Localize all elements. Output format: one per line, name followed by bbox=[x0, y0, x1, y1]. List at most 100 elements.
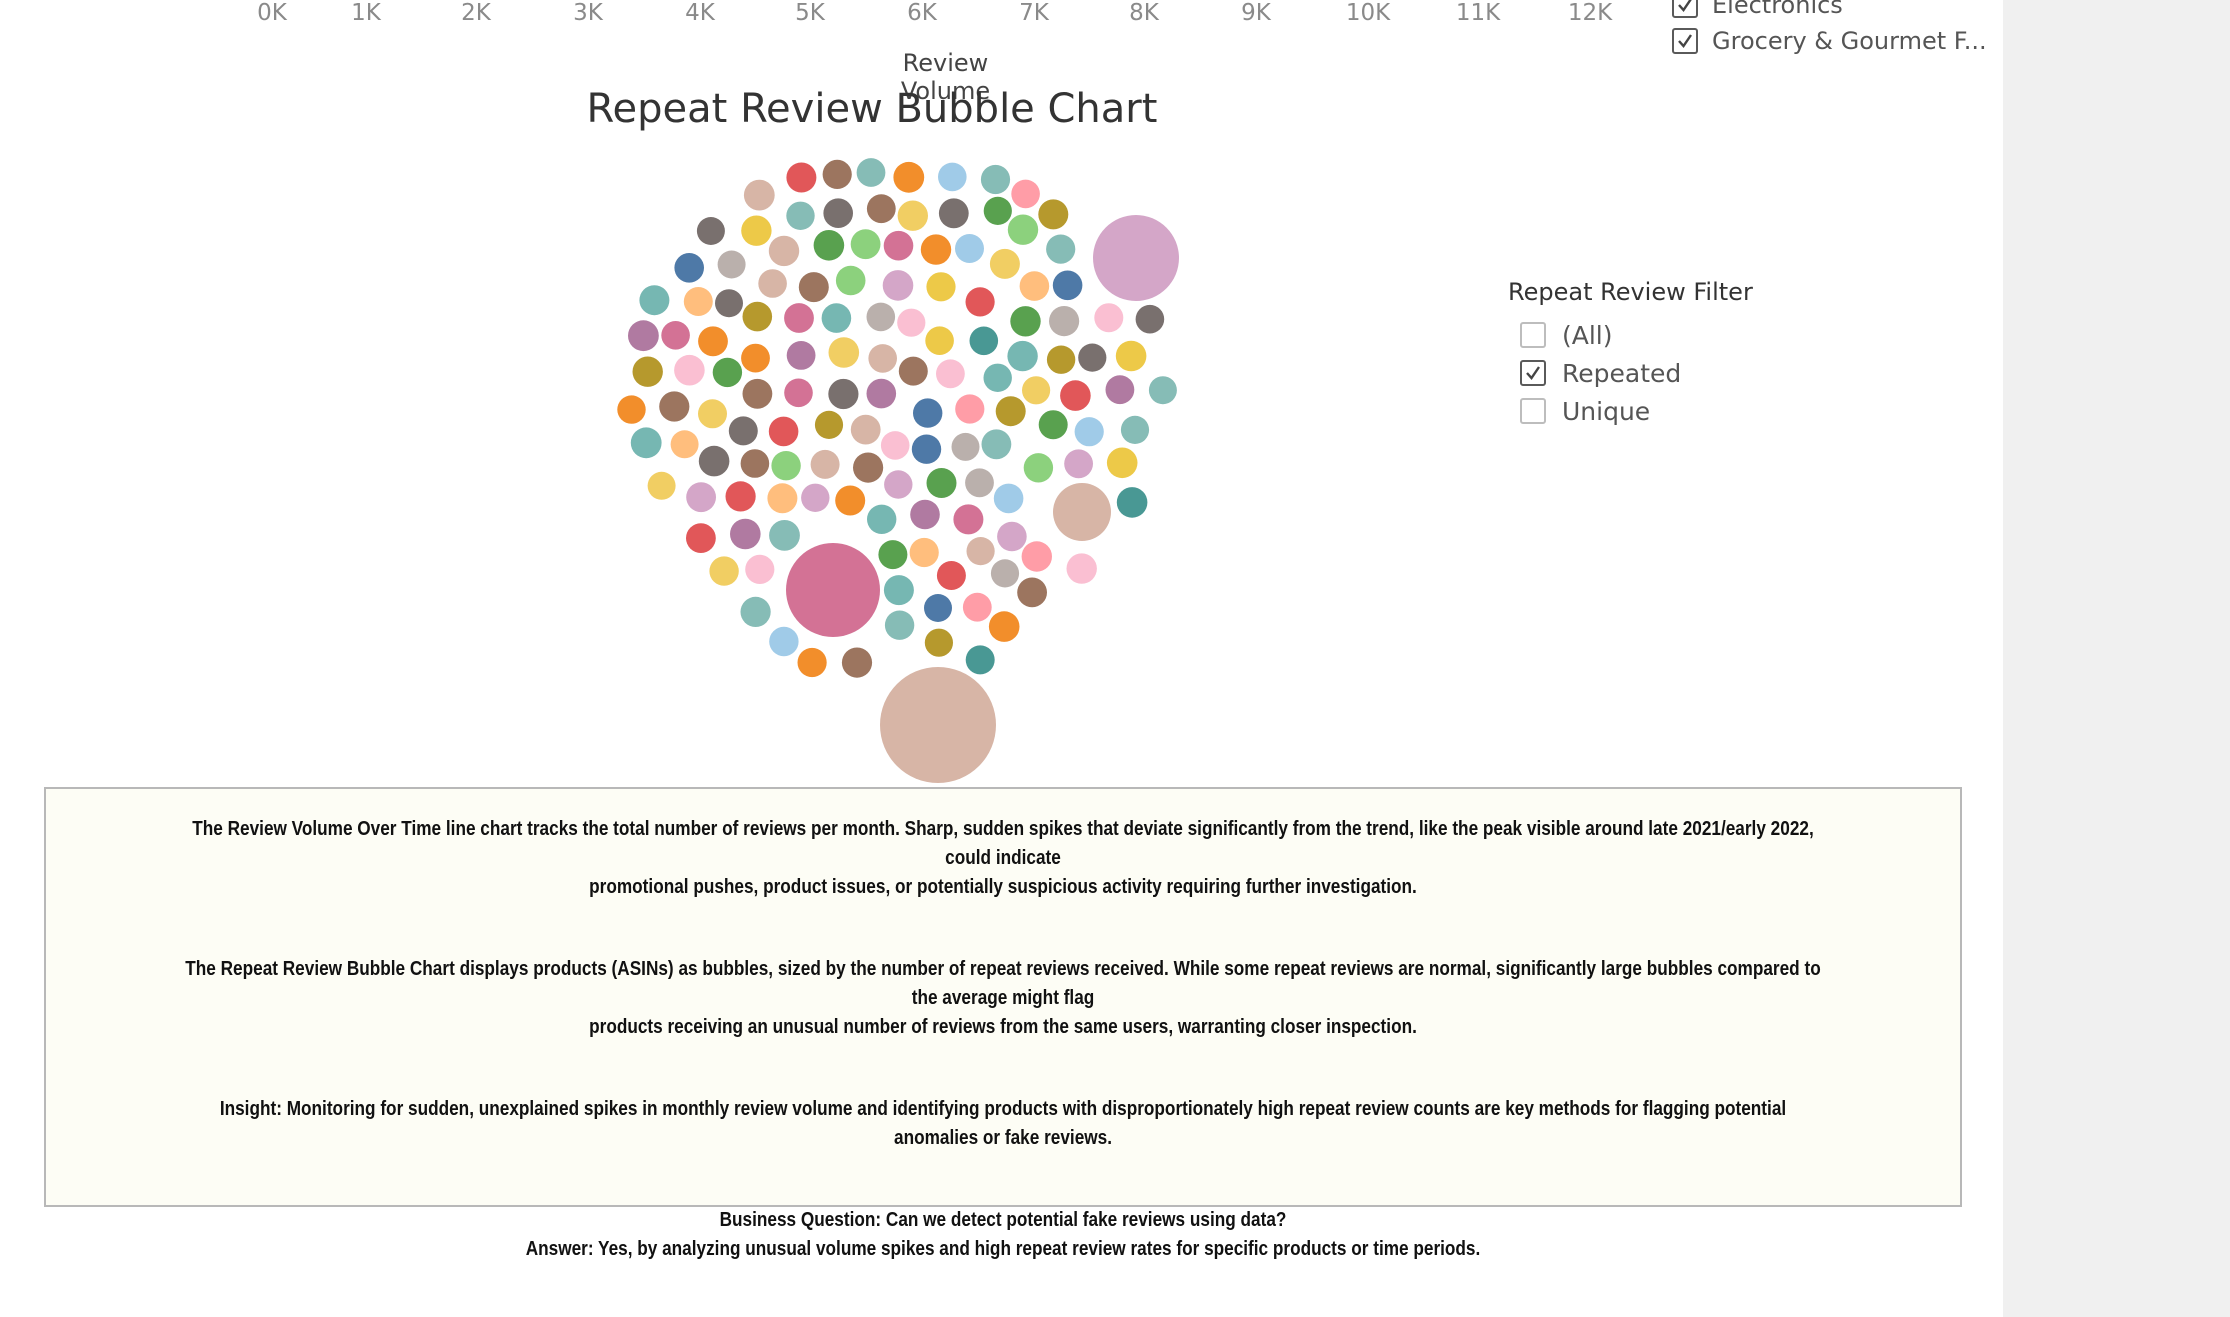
product-bubble[interactable] bbox=[683, 287, 713, 316]
product-bubble[interactable] bbox=[981, 429, 1012, 460]
product-bubble[interactable] bbox=[989, 248, 1020, 279]
product-bubble[interactable] bbox=[639, 285, 670, 316]
product-bubble[interactable] bbox=[786, 543, 880, 637]
product-bubble[interactable] bbox=[617, 395, 646, 424]
product-bubble[interactable] bbox=[810, 449, 840, 479]
product-bubble[interactable] bbox=[955, 394, 985, 424]
product-bubble[interactable] bbox=[880, 667, 996, 783]
product-bubble[interactable] bbox=[983, 363, 1012, 392]
product-bubble[interactable] bbox=[698, 326, 728, 357]
product-bubble[interactable] bbox=[966, 537, 995, 566]
product-bubble[interactable] bbox=[1115, 340, 1147, 372]
product-bubble[interactable] bbox=[821, 303, 852, 333]
product-bubble[interactable] bbox=[856, 158, 886, 187]
product-bubble[interactable] bbox=[715, 289, 743, 318]
product-bubble[interactable] bbox=[814, 410, 844, 439]
product-bubble[interactable] bbox=[897, 308, 926, 337]
product-bubble[interactable] bbox=[768, 416, 799, 447]
checkbox-unchecked-icon[interactable] bbox=[1520, 398, 1546, 424]
product-bubble[interactable] bbox=[801, 483, 830, 512]
product-bubble[interactable] bbox=[925, 326, 954, 355]
product-bubble[interactable] bbox=[965, 468, 994, 498]
product-bubble[interactable] bbox=[742, 301, 773, 332]
product-bubble[interactable] bbox=[1094, 303, 1124, 333]
product-bubble[interactable] bbox=[786, 341, 816, 370]
product-bubble[interactable] bbox=[741, 215, 772, 246]
product-bubble[interactable] bbox=[1049, 306, 1080, 337]
product-bubble[interactable] bbox=[926, 272, 956, 302]
product-bubble[interactable] bbox=[797, 647, 827, 678]
product-bubble[interactable] bbox=[938, 198, 969, 229]
product-bubble[interactable] bbox=[1046, 345, 1076, 374]
product-bubble[interactable] bbox=[740, 449, 770, 478]
product-bubble[interactable] bbox=[936, 561, 966, 590]
filter-option-unique[interactable]: Unique bbox=[1520, 392, 1828, 430]
product-bubble[interactable] bbox=[1022, 376, 1051, 405]
product-bubble[interactable] bbox=[784, 378, 813, 408]
product-bubble[interactable] bbox=[969, 326, 999, 356]
product-bubble[interactable] bbox=[758, 269, 787, 298]
product-bubble[interactable] bbox=[1053, 483, 1111, 541]
product-bubble[interactable] bbox=[909, 537, 939, 568]
product-bubble[interactable] bbox=[835, 265, 866, 296]
product-bubble[interactable] bbox=[768, 235, 800, 267]
product-bubble[interactable] bbox=[686, 482, 716, 513]
product-bubble[interactable] bbox=[953, 504, 984, 535]
product-bubble[interactable] bbox=[955, 234, 984, 263]
product-bubble[interactable] bbox=[1007, 340, 1038, 372]
product-bubble[interactable] bbox=[924, 594, 952, 622]
checkbox-checked-icon[interactable] bbox=[1520, 360, 1546, 386]
product-bubble[interactable] bbox=[661, 321, 690, 350]
product-bubble[interactable] bbox=[866, 302, 896, 332]
product-bubble[interactable] bbox=[1060, 380, 1091, 411]
product-bubble[interactable] bbox=[728, 416, 758, 446]
product-bubble[interactable] bbox=[1052, 270, 1083, 301]
product-bubble[interactable] bbox=[841, 647, 873, 678]
product-bubble[interactable] bbox=[878, 540, 908, 570]
product-bubble[interactable] bbox=[771, 451, 801, 481]
product-bubble[interactable] bbox=[1148, 376, 1177, 405]
product-bubble[interactable] bbox=[962, 592, 992, 622]
product-bubble[interactable] bbox=[698, 445, 730, 477]
product-bubble[interactable] bbox=[1007, 214, 1039, 245]
product-bubble[interactable] bbox=[730, 518, 761, 550]
product-bubble[interactable] bbox=[1046, 234, 1076, 264]
product-bubble[interactable] bbox=[983, 196, 1012, 225]
product-bubble[interactable] bbox=[813, 230, 845, 261]
product-bubble[interactable] bbox=[1078, 343, 1107, 372]
product-bubble[interactable] bbox=[717, 250, 746, 279]
product-bubble[interactable] bbox=[835, 485, 866, 516]
product-bubble[interactable] bbox=[1120, 415, 1150, 444]
product-bubble[interactable] bbox=[1066, 553, 1097, 584]
product-bubble[interactable] bbox=[767, 483, 798, 514]
product-bubble[interactable] bbox=[674, 354, 705, 386]
product-bubble[interactable] bbox=[1021, 541, 1052, 572]
product-bubble[interactable] bbox=[910, 499, 940, 530]
product-bubble[interactable] bbox=[659, 391, 690, 422]
product-bubble[interactable] bbox=[712, 357, 743, 388]
product-bubble[interactable] bbox=[784, 303, 814, 333]
product-bubble[interactable] bbox=[883, 230, 914, 261]
product-bubble[interactable] bbox=[742, 378, 773, 409]
product-bubble[interactable] bbox=[1023, 453, 1054, 483]
product-bubble[interactable] bbox=[880, 431, 910, 460]
product-bubble[interactable] bbox=[1074, 417, 1104, 447]
product-bubble[interactable] bbox=[632, 356, 663, 387]
product-bubble[interactable] bbox=[866, 194, 896, 224]
product-bubble[interactable] bbox=[709, 556, 739, 586]
product-bubble[interactable] bbox=[882, 270, 914, 301]
product-bubble[interactable] bbox=[822, 159, 852, 189]
filter-option-all[interactable]: (All) bbox=[1520, 316, 1828, 354]
product-bubble[interactable] bbox=[828, 337, 860, 368]
product-bubble[interactable] bbox=[868, 344, 897, 373]
category-filter-item-grocery[interactable]: Grocery & Gourmet F... bbox=[1672, 26, 1987, 56]
product-bubble[interactable] bbox=[786, 201, 815, 230]
product-bubble[interactable] bbox=[769, 626, 799, 657]
product-bubble[interactable] bbox=[951, 432, 980, 461]
product-bubble[interactable] bbox=[995, 396, 1026, 427]
checkbox-checked-icon[interactable] bbox=[1672, 28, 1698, 54]
product-bubble[interactable] bbox=[1038, 199, 1069, 230]
filter-option-repeated[interactable]: Repeated bbox=[1520, 354, 1828, 392]
product-bubble[interactable] bbox=[867, 504, 897, 534]
product-bubble[interactable] bbox=[674, 253, 704, 283]
